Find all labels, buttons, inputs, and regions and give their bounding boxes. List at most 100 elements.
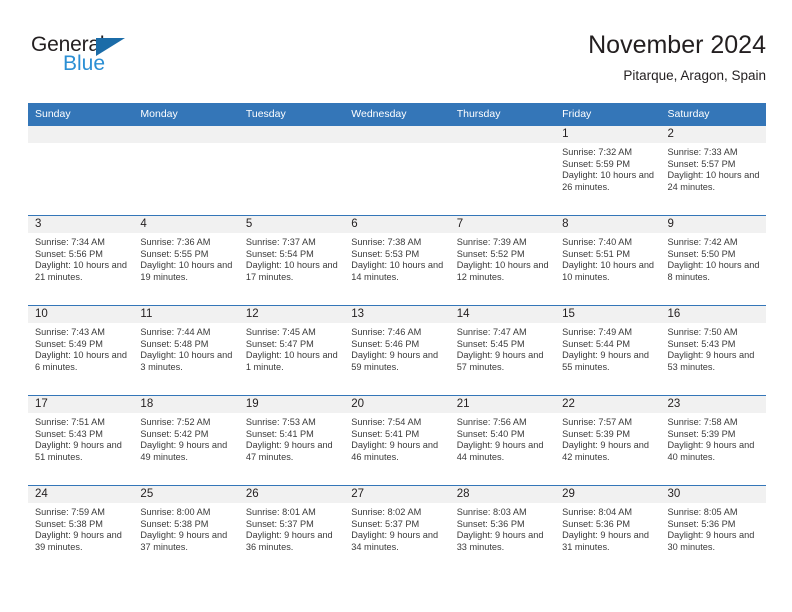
sunset-text: Sunset: 5:41 PM [351,428,420,439]
calendar-day-cell[interactable]: 29 Sunrise: 8:04 AM Sunset: 5:36 PM Dayligh… [555,485,661,575]
daylight-text: Daylight: 9 hours and 36 minutes. [245,530,333,552]
sunrise-text: Sunrise: 7:51 AM [35,417,105,427]
day-details: Sunrise: 7:49 AM Sunset: 5:44 PM Daylight:… [555,323,660,373]
sunrise-text: Sunrise: 7:39 AM [456,237,527,247]
day-details: Sunrise: 7:38 AM Sunset: 5:53 PM Daylight:… [344,233,449,283]
day-number: 17 [28,396,134,413]
calendar-day-cell[interactable]: 13 Sunrise: 7:46 AM Sunset: 5:46 PM Dayligh… [344,305,450,396]
day-details: Sunrise: 7:59 AM Sunset: 5:38 PM Daylight:… [28,503,133,553]
calendar-day-cell[interactable]: 22 Sunrise: 7:57 AM Sunset: 5:39 PM Dayligh… [555,395,661,486]
sunrise-text: Sunrise: 7:53 AM [245,417,316,427]
calendar-day-cell[interactable]: 20 Sunrise: 7:54 AM Sunset: 5:41 PM Dayligh… [344,395,450,486]
calendar-day-cell[interactable]: 30 Sunrise: 8:05 AM Sunset: 5:36 PM Dayligh… [660,485,766,575]
calendar-day-cell[interactable]: 3 Sunrise: 7:34 AM Sunset: 5:56 PM Daylight… [28,215,134,306]
calendar-day-cell[interactable]: 24 Sunrise: 7:59 AM Sunset: 5:38 PM Dayligh… [28,485,134,575]
weekday-header-friday: Friday [555,103,661,126]
day-details: Sunrise: 7:32 AM Sunset: 5:59 PM Daylight:… [555,143,660,193]
calendar-day-cell[interactable]: 23 Sunrise: 7:58 AM Sunset: 5:39 PM Dayligh… [660,395,766,486]
calendar-day-cell[interactable]: 14 Sunrise: 7:47 AM Sunset: 5:45 PM Dayligh… [449,305,556,396]
sunrise-text: Sunrise: 8:01 AM [245,507,316,517]
calendar-day-cell[interactable]: 21 Sunrise: 7:56 AM Sunset: 5:40 PM Dayligh… [449,395,556,486]
day-number: 14 [449,306,556,323]
day-number: 13 [344,306,450,323]
calendar-day-cell[interactable]: 18 Sunrise: 7:52 AM Sunset: 5:42 PM Dayligh… [133,395,239,486]
sunrise-text: Sunrise: 7:45 AM [245,327,316,337]
weekday-header-saturday: Saturday [660,103,766,126]
calendar-day-cell[interactable]: 8 Sunrise: 7:40 AM Sunset: 5:51 PM Daylight… [555,215,661,306]
calendar-body: 1 Sunrise: 7:32 AM Sunset: 5:59 PM Daylight… [28,126,766,575]
sunset-text: Sunset: 5:43 PM [35,428,103,439]
sunset-text: Sunset: 5:43 PM [667,338,736,349]
calendar-day-cell[interactable]: 2 Sunrise: 7:33 AM Sunset: 5:57 PM Daylight… [660,126,766,216]
day-details: Sunrise: 7:46 AM Sunset: 5:46 PM Daylight:… [344,323,449,373]
sunset-text: Sunset: 5:41 PM [245,428,314,439]
calendar-day-cell[interactable]: 9 Sunrise: 7:42 AM Sunset: 5:50 PM Daylight… [660,215,766,306]
weekday-header-row: Sunday Monday Tuesday Wednesday Thursday… [28,103,766,126]
daylight-text: Daylight: 10 hours and 6 minutes. [35,350,127,372]
calendar-day-cell[interactable]: 6 Sunrise: 7:38 AM Sunset: 5:53 PM Daylight… [344,215,450,306]
day-number: 30 [660,486,766,503]
sunset-text: Sunset: 5:49 PM [35,338,103,349]
sunrise-text: Sunrise: 7:59 AM [35,507,105,517]
calendar-day-cell-empty [133,126,239,216]
daylight-text: Daylight: 9 hours and 53 minutes. [667,350,755,372]
calendar-day-cell-empty [238,126,345,216]
calendar-day-cell[interactable]: 27 Sunrise: 8:02 AM Sunset: 5:37 PM Dayligh… [344,485,450,575]
sunrise-text: Sunrise: 7:36 AM [140,237,211,247]
calendar-day-cell[interactable]: 19 Sunrise: 7:53 AM Sunset: 5:41 PM Dayligh… [238,395,345,486]
calendar-day-cell[interactable]: 7 Sunrise: 7:39 AM Sunset: 5:52 PM Daylight… [449,215,556,306]
day-number: 26 [238,486,345,503]
sunrise-text: Sunrise: 7:52 AM [140,417,211,427]
daylight-text: Daylight: 9 hours and 46 minutes. [351,440,439,462]
daylight-text: Daylight: 9 hours and 57 minutes. [456,350,544,372]
daylight-text: Daylight: 9 hours and 44 minutes. [456,440,544,462]
calendar-day-cell[interactable]: 1 Sunrise: 7:32 AM Sunset: 5:59 PM Daylight… [555,126,661,216]
sunset-text: Sunset: 5:36 PM [456,518,525,529]
calendar-day-cell[interactable]: 15 Sunrise: 7:49 AM Sunset: 5:44 PM Dayligh… [555,305,661,396]
sunrise-text: Sunrise: 7:56 AM [456,417,527,427]
day-details: Sunrise: 7:36 AM Sunset: 5:55 PM Daylight:… [133,233,238,283]
sunrise-text: Sunrise: 7:43 AM [35,327,105,337]
day-number: 2 [660,126,766,143]
calendar-day-cell[interactable]: 26 Sunrise: 8:01 AM Sunset: 5:37 PM Dayligh… [238,485,345,575]
weekday-header-thursday: Thursday [449,103,556,126]
sunset-text: Sunset: 5:47 PM [245,338,314,349]
sunset-text: Sunset: 5:37 PM [351,518,420,529]
calendar-page: General Blue November 2024 Pitarque, Ara… [0,0,792,612]
day-number: 3 [28,216,134,233]
calendar-day-cell[interactable]: 17 Sunrise: 7:51 AM Sunset: 5:43 PM Dayligh… [28,395,134,486]
calendar-day-cell[interactable]: 5 Sunrise: 7:37 AM Sunset: 5:54 PM Daylight… [238,215,345,306]
sunset-text: Sunset: 5:54 PM [245,248,314,259]
calendar-week-row: 17 Sunrise: 7:51 AM Sunset: 5:43 PM Dayligh… [28,395,766,486]
weekday-header-wednesday: Wednesday [344,103,450,126]
calendar-week-row: 24 Sunrise: 7:59 AM Sunset: 5:38 PM Dayligh… [28,485,766,575]
day-details: Sunrise: 7:47 AM Sunset: 5:45 PM Daylight:… [450,323,555,373]
day-number: 19 [238,396,345,413]
general-blue-logo: General Blue [31,34,181,82]
sunrise-text: Sunrise: 7:58 AM [667,417,738,427]
calendar-day-cell[interactable]: 11 Sunrise: 7:44 AM Sunset: 5:48 PM Dayligh… [133,305,239,396]
sunrise-text: Sunrise: 7:46 AM [351,327,422,337]
calendar-day-cell[interactable]: 4 Sunrise: 7:36 AM Sunset: 5:55 PM Daylight… [133,215,239,306]
title-block: November 2024 Pitarque, Aragon, Spain [588,30,766,86]
day-details: Sunrise: 7:43 AM Sunset: 5:49 PM Daylight:… [28,323,133,373]
calendar-day-cell[interactable]: 10 Sunrise: 7:43 AM Sunset: 5:49 PM Dayligh… [28,305,134,396]
daylight-text: Daylight: 10 hours and 1 minute. [245,350,338,372]
calendar-day-cell[interactable]: 16 Sunrise: 7:50 AM Sunset: 5:43 PM Dayligh… [660,305,766,396]
sunrise-text: Sunrise: 7:50 AM [667,327,738,337]
day-details: Sunrise: 7:51 AM Sunset: 5:43 PM Daylight:… [28,413,133,463]
sunrise-text: Sunrise: 8:02 AM [351,507,422,517]
day-number: 28 [449,486,556,503]
calendar-day-cell[interactable]: 12 Sunrise: 7:45 AM Sunset: 5:47 PM Dayligh… [238,305,345,396]
sunset-text: Sunset: 5:36 PM [667,518,736,529]
daylight-text: Daylight: 9 hours and 51 minutes. [35,440,122,462]
sunrise-text: Sunrise: 8:03 AM [456,507,527,517]
sunset-text: Sunset: 5:38 PM [35,518,103,529]
daylight-text: Daylight: 9 hours and 33 minutes. [456,530,544,552]
daylight-text: Daylight: 10 hours and 12 minutes. [456,260,549,282]
daylight-text: Daylight: 9 hours and 30 minutes. [667,530,755,552]
calendar-day-cell[interactable]: 25 Sunrise: 8:00 AM Sunset: 5:38 PM Dayligh… [133,485,239,575]
calendar-day-cell[interactable]: 28 Sunrise: 8:03 AM Sunset: 5:36 PM Dayligh… [449,485,556,575]
day-details: Sunrise: 8:01 AM Sunset: 5:37 PM Daylight:… [239,503,344,553]
sunrise-text: Sunrise: 7:37 AM [245,237,316,247]
